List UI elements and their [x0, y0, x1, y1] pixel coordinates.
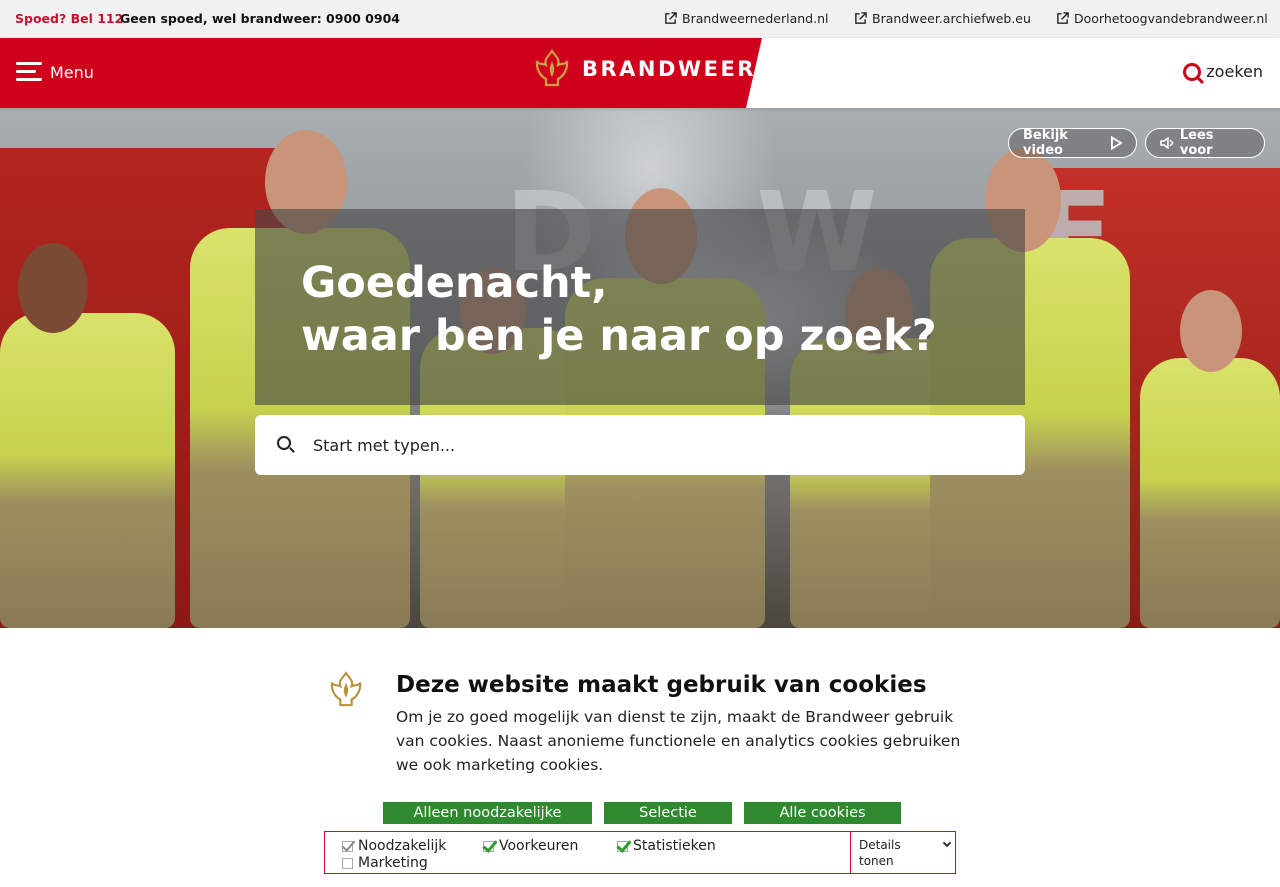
checkbox-statistics[interactable]: [617, 840, 628, 852]
hero-photo-person: [1180, 290, 1242, 372]
necessary-cookies-button[interactable]: Alleen noodzakelijke cookies: [383, 802, 592, 843]
site-header: Menu BRANDWEER zoeken: [0, 38, 1280, 108]
option-label: Voorkeuren: [499, 838, 579, 854]
hamburger-icon: [16, 62, 42, 82]
search-icon: [1183, 62, 1202, 81]
hero-photo-person: [18, 243, 88, 333]
cookie-brand-logo: [329, 670, 363, 714]
search-label: zoeken: [1206, 62, 1263, 81]
link-doorhetoog[interactable]: Doorhetoogvandebrandweer.nl: [1056, 11, 1268, 26]
hero-photo-person: [1140, 358, 1280, 628]
menu-label: Menu: [50, 62, 94, 82]
non-emergency-number: Geen spoed, wel brandweer: 0900 0904: [120, 11, 400, 26]
emergency-number: Spoed? Bel 112: [15, 11, 124, 26]
link-label: Brandweer.archiefweb.eu: [872, 11, 1031, 26]
read-aloud-label: Lees voor: [1179, 128, 1214, 158]
cookie-options-panel: Noodzakelijk Voorkeuren Statistieken Mar…: [324, 831, 956, 874]
link-brandweernederland[interactable]: Brandweernederland.nl: [664, 11, 829, 26]
brandweer-logo[interactable]: BRANDWEER: [534, 49, 756, 89]
option-marketing[interactable]: Marketing: [342, 855, 428, 871]
option-necessary[interactable]: Noodzakelijk: [342, 838, 446, 854]
flame-crest-icon: [330, 671, 362, 707]
option-label: Marketing: [358, 855, 428, 871]
hero-title-line1: Goedenacht,: [301, 258, 608, 308]
watch-video-button[interactable]: Bekijk video: [1008, 128, 1137, 158]
search-toggle[interactable]: zoeken: [1183, 62, 1263, 81]
video-label: Bekijk video: [1023, 128, 1068, 158]
details-label: Details tonen: [859, 838, 901, 868]
external-link-icon: [855, 12, 867, 24]
read-aloud-button[interactable]: Lees voor: [1145, 128, 1265, 158]
option-label: Statistieken: [633, 838, 716, 854]
hero-title-line2: waar ben je naar op zoek?: [301, 311, 937, 361]
link-label: Doorhetoogvandebrandweer.nl: [1074, 11, 1268, 26]
details-toggle[interactable]: Details tonen: [850, 832, 956, 873]
allow-all-cookies-button[interactable]: Alle cookies toestaan: [744, 802, 901, 843]
cookie-description: Om je zo goed mogelijk van dienst te zij…: [396, 708, 961, 774]
allow-selection-button[interactable]: Selectie toestaan: [604, 802, 732, 843]
hero-title: Goedenacht, waar ben je naar op zoek?: [301, 257, 937, 363]
search-icon: [277, 436, 291, 450]
hero-search-box[interactable]: [255, 415, 1025, 475]
external-link-icon: [1057, 12, 1069, 24]
option-label: Noodzakelijk: [358, 838, 447, 854]
link-archiefweb[interactable]: Brandweer.archiefweb.eu: [854, 11, 1031, 26]
speaker-icon: [1160, 137, 1174, 149]
flame-crest-icon: [535, 49, 569, 87]
checkbox-marketing[interactable]: [342, 857, 353, 869]
external-link-icon: [665, 12, 677, 24]
checkbox-preferences[interactable]: [483, 840, 494, 852]
checkbox-necessary[interactable]: [342, 840, 353, 852]
cookie-title: Deze website maakt gebruik van cookies: [396, 672, 927, 698]
chevron-down-icon: [942, 838, 952, 848]
menu-button[interactable]: Menu: [16, 62, 94, 82]
link-label: Brandweernederland.nl: [682, 11, 829, 26]
option-preferences[interactable]: Voorkeuren: [483, 838, 578, 854]
brand-wordmark: BRANDWEER: [582, 57, 756, 81]
top-bar: Spoed? Bel 112 Geen spoed, wel brandweer…: [0, 0, 1280, 38]
play-icon: [1111, 136, 1122, 150]
hero-photo-person: [0, 313, 175, 628]
option-statistics[interactable]: Statistieken: [617, 838, 716, 854]
hero-search-input[interactable]: [313, 415, 1013, 475]
